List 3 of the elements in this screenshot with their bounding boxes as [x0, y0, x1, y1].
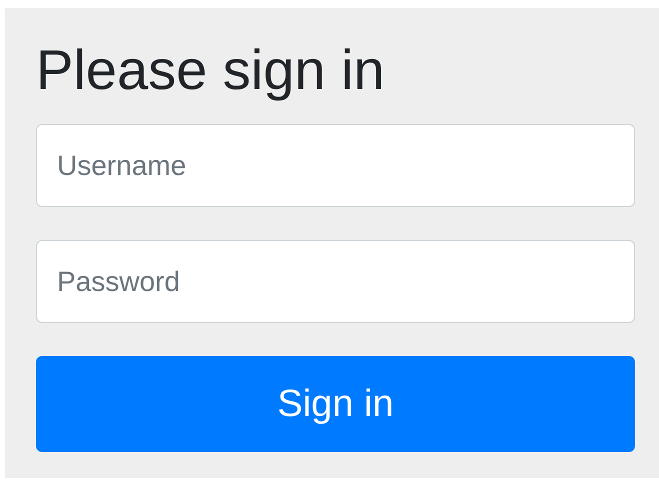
input-field[interactable]: Password	[36, 240, 635, 323]
sign-in-button[interactable]: Sign in	[36, 356, 635, 452]
input-field[interactable]: Username	[36, 124, 635, 207]
